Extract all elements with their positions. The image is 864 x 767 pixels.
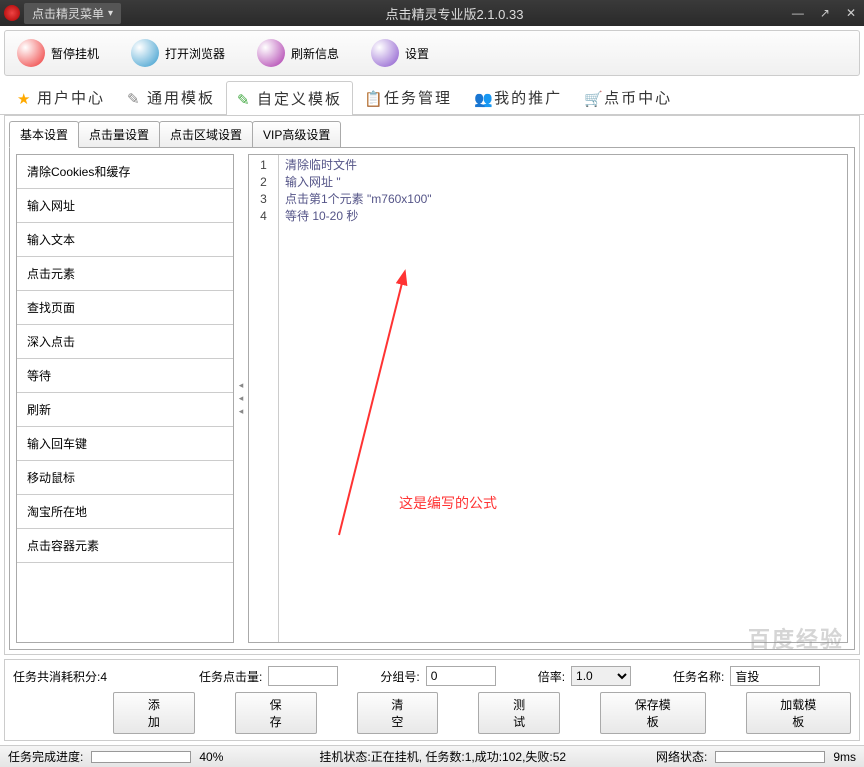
name-label: 任务名称: (673, 668, 724, 685)
code-line: 清除临时文件 (285, 157, 841, 174)
window-titlebar: 点击精灵菜单 点击精灵专业版2.1.0.33 — ↗ ✕ (0, 0, 864, 26)
points-label: 任务共消耗积分:4 (13, 668, 107, 685)
splitter-handle[interactable]: ◂ ◂ ◂ (236, 154, 246, 643)
test-button[interactable]: 测试 (478, 692, 560, 734)
progress-percent: 40% (199, 750, 223, 764)
action-input-url[interactable]: 输入网址 (17, 189, 233, 223)
minimize-icon[interactable]: — (788, 6, 808, 20)
action-find-page[interactable]: 查找页面 (17, 291, 233, 325)
tab-coin-center[interactable]: 🛒点币中心 (573, 80, 683, 114)
line-gutter: 1 2 3 4 (249, 155, 279, 642)
chevron-left-icon: ◂ (239, 380, 244, 391)
progress-bar (91, 751, 191, 763)
task-form: 任务共消耗积分:4 任务点击量: 分组号: 倍率: 1.0 任务名称: 添加 保… (4, 659, 860, 741)
open-browser-button[interactable]: 打开浏览器 (123, 35, 233, 71)
rate-select[interactable]: 1.0 (571, 666, 631, 686)
code-line: 输入网址 " (285, 174, 841, 191)
action-click-element[interactable]: 点击元素 (17, 257, 233, 291)
main-menu-button[interactable]: 点击精灵菜单 (24, 3, 121, 24)
tab-my-promotion[interactable]: 👥我的推广 (463, 80, 573, 114)
sub-tab-bar: 基本设置 点击量设置 点击区域设置 VIP高级设置 (9, 120, 855, 147)
window-title: 点击精灵专业版2.1.0.33 (121, 4, 788, 23)
group-input[interactable] (426, 666, 496, 686)
maximize-icon[interactable]: ↗ (816, 6, 834, 20)
pause-icon (17, 39, 45, 67)
network-bar (715, 751, 825, 763)
close-icon[interactable]: ✕ (842, 6, 860, 20)
clicks-input[interactable] (268, 666, 338, 686)
cart-icon: 🛒 (584, 90, 600, 106)
window-controls: — ↗ ✕ (788, 6, 860, 20)
subtab-clicks[interactable]: 点击量设置 (78, 121, 160, 148)
browser-icon (131, 39, 159, 67)
subtab-basic[interactable]: 基本设置 (9, 121, 79, 148)
network-label: 网络状态: (656, 748, 707, 765)
wand-icon: ✎ (127, 90, 143, 106)
action-clear-cookies[interactable]: 清除Cookies和缓存 (17, 155, 233, 189)
code-area[interactable]: 清除临时文件 输入网址 " 点击第1个元素 "m760x100" 等待 10-2… (279, 155, 847, 642)
document-icon: ✎ (237, 91, 253, 107)
task-name-input[interactable] (730, 666, 820, 686)
editor-panel: 1 2 3 4 清除临时文件 输入网址 " 点击第1个元素 "m760x100"… (248, 154, 848, 643)
subtab-vip[interactable]: VIP高级设置 (252, 121, 341, 148)
app-icon (4, 5, 20, 21)
action-input-text[interactable]: 输入文本 (17, 223, 233, 257)
people-icon: 👥 (474, 90, 490, 106)
annotation-text: 这是编写的公式 (399, 495, 497, 512)
add-button[interactable]: 添加 (113, 692, 195, 734)
action-deep-click[interactable]: 深入点击 (17, 325, 233, 359)
main-tab-bar: ★用户中心 ✎通用模板 ✎自定义模板 📋任务管理 👥我的推广 🛒点币中心 (0, 80, 864, 115)
status-bar: 任务完成进度: 40% 挂机状态:正在挂机, 任务数:1,成功:102,失败:5… (0, 745, 864, 767)
content-area: 基本设置 点击量设置 点击区域设置 VIP高级设置 清除Cookies和缓存 输… (4, 115, 860, 655)
tab-custom-template[interactable]: ✎自定义模板 (226, 81, 353, 115)
tab-task-management[interactable]: 📋任务管理 (353, 80, 463, 114)
workspace: 清除Cookies和缓存 输入网址 输入文本 点击元素 查找页面 深入点击 等待… (9, 147, 855, 650)
save-button[interactable]: 保存 (235, 692, 317, 734)
action-refresh[interactable]: 刷新 (17, 393, 233, 427)
tab-user-center[interactable]: ★用户中心 (6, 80, 116, 114)
load-template-button[interactable]: 加载模板 (746, 692, 852, 734)
code-line: 等待 10-20 秒 (285, 208, 841, 225)
tab-general-template[interactable]: ✎通用模板 (116, 80, 226, 114)
refresh-icon (257, 39, 285, 67)
star-icon: ★ (17, 90, 33, 106)
pause-button[interactable]: 暂停挂机 (9, 35, 107, 71)
rate-label: 倍率: (538, 668, 565, 685)
refresh-button[interactable]: 刷新信息 (249, 35, 347, 71)
chevron-left-icon: ◂ (239, 393, 244, 404)
clicks-label: 任务点击量: (199, 668, 262, 685)
action-list: 清除Cookies和缓存 输入网址 输入文本 点击元素 查找页面 深入点击 等待… (16, 154, 234, 643)
save-template-button[interactable]: 保存模板 (600, 692, 706, 734)
action-panel: 清除Cookies和缓存 输入网址 输入文本 点击元素 查找页面 深入点击 等待… (16, 154, 234, 643)
subtab-region[interactable]: 点击区域设置 (159, 121, 253, 148)
settings-button[interactable]: 设置 (363, 35, 437, 71)
action-enter-key[interactable]: 输入回车键 (17, 427, 233, 461)
chevron-left-icon: ◂ (239, 406, 244, 417)
clipboard-icon: 📋 (364, 90, 380, 106)
group-label: 分组号: (380, 668, 419, 685)
settings-icon (371, 39, 399, 67)
action-wait[interactable]: 等待 (17, 359, 233, 393)
hang-status: 挂机状态:正在挂机, 任务数:1,成功:102,失败:52 (319, 748, 566, 765)
code-line: 点击第1个元素 "m760x100" (285, 191, 841, 208)
clear-button[interactable]: 清空 (357, 692, 439, 734)
action-taobao-location[interactable]: 淘宝所在地 (17, 495, 233, 529)
progress-label: 任务完成进度: (8, 748, 83, 765)
script-editor[interactable]: 1 2 3 4 清除临时文件 输入网址 " 点击第1个元素 "m760x100"… (248, 154, 848, 643)
main-toolbar: 暂停挂机 打开浏览器 刷新信息 设置 (4, 30, 860, 76)
latency: 9ms (833, 750, 856, 764)
action-click-container[interactable]: 点击容器元素 (17, 529, 233, 563)
action-move-mouse[interactable]: 移动鼠标 (17, 461, 233, 495)
